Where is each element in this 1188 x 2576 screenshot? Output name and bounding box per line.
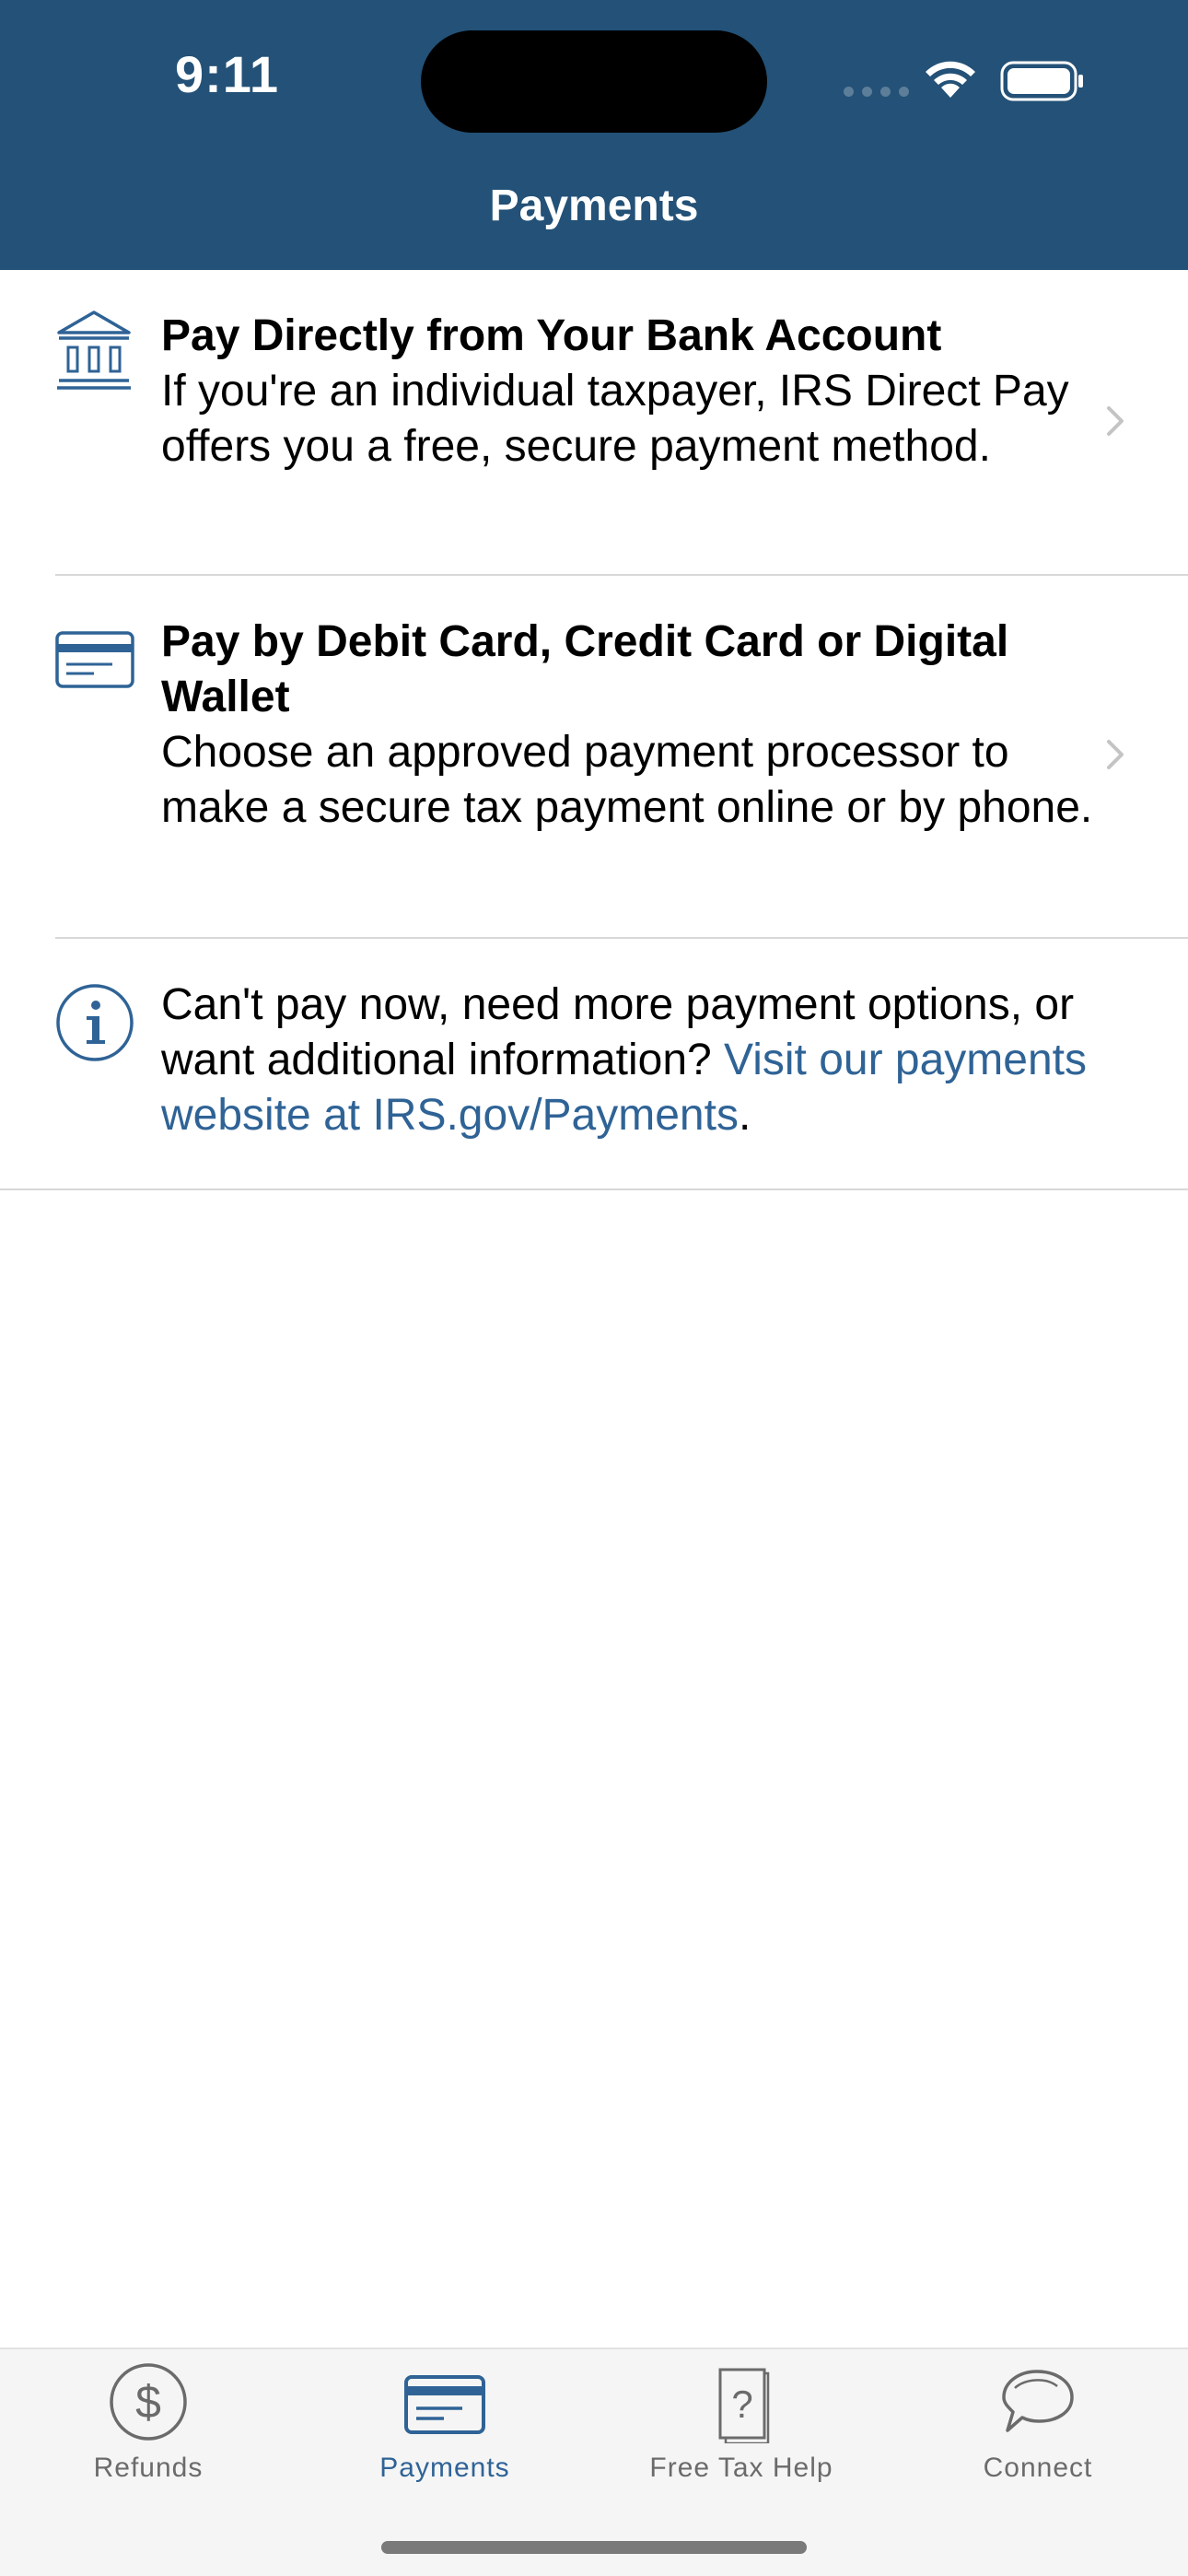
cellular-signal-icon (844, 87, 909, 97)
pay-card-title: Pay by Debit Card, Credit Card or Digita… (161, 617, 1009, 721)
wifi-icon (926, 61, 975, 98)
home-indicator[interactable] (381, 2541, 807, 2554)
pay-card-text: Pay by Debit Card, Credit Card or Digita… (161, 615, 1101, 836)
tab-payments[interactable]: Payments (297, 2349, 593, 2497)
credit-card-icon (55, 631, 134, 688)
tab-free-tax-help[interactable]: ? Free Tax Help (593, 2349, 890, 2497)
tab-connect[interactable]: Connect (890, 2349, 1186, 2497)
tab-label-connect: Connect (983, 2453, 1093, 2483)
page-title: Payments (489, 181, 699, 230)
divider (0, 1188, 1188, 1190)
speech-bubbles-icon (1002, 2370, 1074, 2432)
tab-refunds[interactable]: $ Refunds (0, 2349, 297, 2497)
pay-card-item[interactable]: Pay by Debit Card, Credit Card or Digita… (0, 576, 1188, 937)
dollar-icon: $ (110, 2363, 187, 2441)
battery-icon (1000, 61, 1083, 101)
credit-card-icon (404, 2375, 485, 2434)
header: 9:11 Payments (0, 0, 1188, 270)
pay-card-description: Choose an approved payment processor to … (161, 728, 1093, 832)
pay-bank-account-description: If you're an individual taxpayer, IRS Di… (161, 367, 1069, 471)
tab-label-payments: Payments (379, 2453, 510, 2483)
info-icon (56, 984, 134, 1061)
chevron-right-icon (1107, 406, 1124, 436)
pay-bank-account-text: Pay Directly from Your Bank Account If y… (161, 309, 1101, 474)
bank-icon (57, 310, 131, 390)
dynamic-island (421, 30, 767, 133)
svg-text:$: $ (135, 2376, 161, 2428)
pay-bank-account-title: Pay Directly from Your Bank Account (161, 311, 942, 360)
payments-screen: 9:11 Payments Pay Directly from Your Ban… (0, 0, 1188, 2576)
chevron-right-icon (1107, 740, 1124, 769)
payments-info-text: Can't pay now, need more payment options… (161, 978, 1165, 1143)
status-time: 9:11 (175, 45, 279, 103)
svg-text:?: ? (731, 2383, 752, 2426)
tab-label-free-tax-help: Free Tax Help (649, 2453, 833, 2483)
tab-label-refunds: Refunds (93, 2453, 204, 2483)
question-document-icon: ? (718, 2368, 770, 2443)
pay-bank-account-item[interactable]: Pay Directly from Your Bank Account If y… (0, 270, 1188, 574)
payments-info-item: Can't pay now, need more payment options… (0, 939, 1188, 1189)
info-suffix: . (738, 1091, 751, 1140)
